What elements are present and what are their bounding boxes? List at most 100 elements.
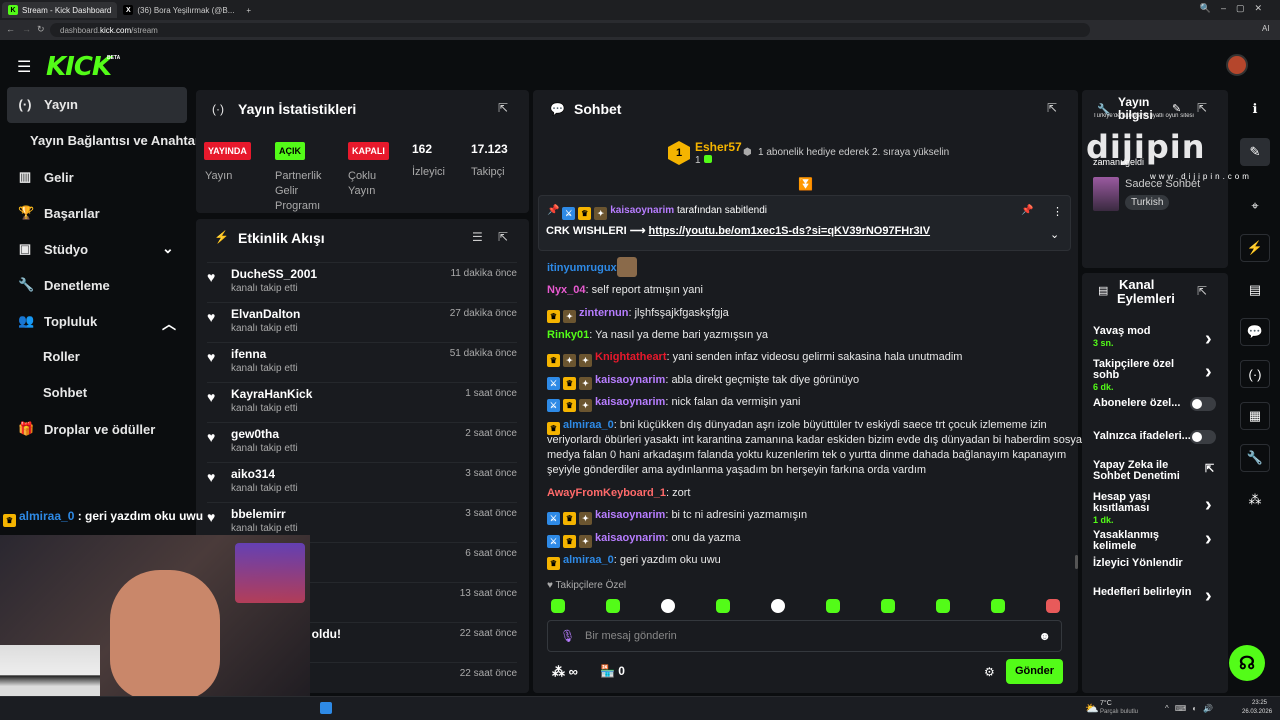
channel-action-item[interactable]: Yalnızca ifadeleri... xyxy=(1093,431,1198,442)
emote-icon[interactable] xyxy=(551,599,565,613)
wrench-icon[interactable]: 🔧 xyxy=(1240,444,1270,472)
pinned-link[interactable]: https://youtu.be/om1xec1S-ds?si=qKV39rNO… xyxy=(649,225,931,237)
activity-item[interactable]: ♥ DucheSS_2001 kanalı takip etti 11 dakika … xyxy=(207,262,517,302)
settings-gear-icon[interactable]: ⚙ xyxy=(984,665,995,679)
emote-icon[interactable] xyxy=(826,599,840,613)
external-link-icon[interactable]: ⇱ xyxy=(1205,462,1214,475)
channel-action-item[interactable]: Abonelere özel... xyxy=(1093,398,1198,409)
chat-username[interactable]: Knightatheart xyxy=(595,351,667,363)
sidebar-item-yayin[interactable]: (·) Yayın xyxy=(18,97,78,112)
camera-icon[interactable]: ⌖ xyxy=(1240,192,1270,220)
chat-message[interactable]: AwayFromKeyboard_1: zort xyxy=(547,487,690,499)
chat-scrollbar[interactable] xyxy=(1075,555,1078,569)
sidebar-item-denetleme[interactable]: 🔧 Denetleme xyxy=(18,277,110,293)
chat-message[interactable]: ♛ almiraa_0: bni küçükken dış dünyadan aş… xyxy=(547,419,1047,435)
emote-icon[interactable] xyxy=(716,599,730,613)
store-display[interactable]: 🏪 0 xyxy=(600,664,625,678)
chevron-right-icon[interactable]: › xyxy=(1205,361,1212,384)
activity-item[interactable]: ♥ ElvanDalton kanalı takip etti 27 dakika ö… xyxy=(207,302,517,342)
chat-username[interactable]: Nyx_04 xyxy=(547,284,586,296)
sidebar-item-sohbet[interactable]: Sohbet xyxy=(43,385,87,400)
chat-username[interactable]: kaisaoynarim xyxy=(595,374,665,386)
send-button[interactable]: Gönder xyxy=(1006,659,1063,684)
chat-message[interactable]: Rinky01: Ya nasıl ya deme bari yazmışsın… xyxy=(547,329,768,341)
emote-icon[interactable] xyxy=(881,599,895,613)
sidebar-item-topluluk[interactable]: 👥 Topluluk xyxy=(18,313,97,329)
channel-action-item[interactable]: Takipçilere özel sohb 6 dk. xyxy=(1093,359,1198,393)
unpin-icon[interactable]: 📌 xyxy=(1021,205,1033,216)
activity-item[interactable]: ♥ KayraHanKick kanalı takip etti 1 saat önc… xyxy=(207,382,517,422)
chat-message[interactable]: şeyiyle gönderdiler ama aydınlanma yaşad… xyxy=(547,464,926,476)
popout-icon[interactable]: ⇱ xyxy=(1197,284,1207,298)
category-thumbnail[interactable] xyxy=(1093,177,1119,211)
chevron-up-icon[interactable]: ︿ xyxy=(162,314,176,334)
chat-message[interactable]: itinyumrugux: xyxy=(547,262,620,274)
broadcast-icon[interactable]: (·) xyxy=(1240,360,1270,388)
chat-input[interactable]: 🎙 Bir mesaj gönderin ☻ xyxy=(547,620,1062,652)
sidebar-item-studyo[interactable]: ▣ Stüdyo xyxy=(18,241,88,257)
chat-message[interactable]: Nyx_04: self report atmışın yani xyxy=(547,284,703,296)
emote-icon[interactable] xyxy=(991,599,1005,613)
reload-icon[interactable]: ↻ xyxy=(37,24,45,35)
emote-icon[interactable] xyxy=(661,599,675,613)
ai-button[interactable]: AI xyxy=(1262,24,1270,33)
chat-username[interactable]: kaisaoynarim xyxy=(595,532,665,544)
emote-icon[interactable] xyxy=(936,599,950,613)
activity-item[interactable]: ♥ gew0tha kanalı takip etti 2 saat önce xyxy=(207,422,517,462)
avatar[interactable] xyxy=(1226,54,1248,76)
channel-action-item[interactable]: Hedefleri belirleyin xyxy=(1093,587,1198,598)
help-support-icon[interactable]: ☊ xyxy=(1229,645,1265,681)
forward-icon[interactable]: → xyxy=(22,24,31,34)
chat-message[interactable]: ⚔ ♛ ✦ kaisaoynarim: nick falan da vermişin … xyxy=(547,396,800,412)
layout-icon[interactable]: ▦ xyxy=(1240,402,1270,430)
url-input[interactable]: dashboard. kick.com/stream xyxy=(50,23,1090,37)
category-name[interactable]: Sadece Sohbet xyxy=(1125,178,1200,190)
channel-action-item[interactable]: Yavaş mod 3 sn. xyxy=(1093,326,1198,349)
popout-icon[interactable]: ⇱ xyxy=(498,230,508,244)
activity-item[interactable]: ♥ aiko314 kanalı takip etti 3 saat önce xyxy=(207,462,517,502)
chat-username[interactable]: kaisaoynarim xyxy=(595,509,665,521)
channel-action-item[interactable]: Yapay Zeka ile Sohbet Denetimi xyxy=(1093,460,1198,482)
filter-icon[interactable]: ☰ xyxy=(472,230,483,244)
kick-logo[interactable]: KICK xyxy=(46,52,112,82)
sidebar-item-gelir[interactable]: ▥ Gelir xyxy=(18,169,74,185)
emote-icon[interactable] xyxy=(606,599,620,613)
chat-message[interactable]: ⚔ ♛ ✦ kaisaoynarim: onu da yazma xyxy=(547,532,741,548)
sidebar-item-basarilar[interactable]: 🏆 Başarılar xyxy=(18,205,100,221)
emote-icon[interactable] xyxy=(1046,599,1060,613)
channel-action-item[interactable]: Yasaklanmış kelimele xyxy=(1093,530,1198,552)
hamburger-menu-icon[interactable]: ☰ xyxy=(17,57,31,77)
popout-icon[interactable]: ⇱ xyxy=(1047,101,1057,115)
points-display[interactable]: ⁂ ∞ xyxy=(552,664,578,680)
chevron-down-icon[interactable]: ⌄ xyxy=(1050,228,1059,241)
microphone-icon[interactable]: 🎙 xyxy=(560,629,575,643)
more-options-icon[interactable]: ⋮ xyxy=(1052,205,1063,218)
chat-username[interactable]: zinternun xyxy=(579,307,629,319)
toggle-switch[interactable] xyxy=(1190,430,1216,444)
chat-message[interactable]: ♛ ✦ ✦ Knightatheart: yani senden infaz vide… xyxy=(547,351,962,367)
gift-leaderboard-text[interactable]: 1 abonelik hediye ederek 2. sıraya yükse… xyxy=(758,147,949,158)
chat-message[interactable]: ♛ almiraa_0: geri yazdım oku uwu xyxy=(547,554,721,570)
chevron-right-icon[interactable]: › xyxy=(1205,528,1212,551)
back-icon[interactable]: ← xyxy=(6,24,15,34)
chat-message[interactable]: medya falan 0 hani arkadaşım falanda yok… xyxy=(547,449,1066,461)
tray-icons[interactable]: ^⌨◐🔊 xyxy=(1165,704,1219,713)
taskbar-app-icon[interactable] xyxy=(320,702,332,714)
sidebar-item-droplar[interactable]: 🎁 Droplar ve ödüller xyxy=(18,421,155,437)
popout-icon[interactable]: ⇱ xyxy=(498,101,508,115)
chevron-right-icon[interactable]: › xyxy=(1205,585,1212,608)
emoji-icon[interactable]: ☻ xyxy=(1038,629,1051,643)
chevron-right-icon[interactable]: › xyxy=(1205,494,1212,517)
chat-bubble-icon[interactable]: 💬 xyxy=(1240,318,1270,346)
browser-tab-x[interactable]: X (36) Bora Yeşilırmak (@B... xyxy=(117,2,240,18)
channel-action-item[interactable]: Hesap yaşı kısıtlaması 1 dk. xyxy=(1093,492,1198,526)
chat-message[interactable]: ⚔ ♛ ✦ kaisaoynarim: abla direkt geçmişte ta… xyxy=(547,374,859,390)
lightning-icon[interactable]: ⚡ xyxy=(1240,234,1270,262)
chat-message[interactable]: ♛ ✦ zinternun: jlşhfsşajkfgaskşfgja xyxy=(547,307,729,323)
sidebar-item-roller[interactable]: Roller xyxy=(43,349,80,364)
info-icon[interactable]: ℹ xyxy=(1240,95,1270,123)
chat-message[interactable]: ⚔ ♛ ✦ kaisaoynarim: bi tc ni adresini yazma… xyxy=(547,509,807,525)
channel-action-item[interactable]: İzleyici Yönlendir xyxy=(1093,558,1198,569)
chevron-right-icon[interactable]: › xyxy=(1205,328,1212,351)
new-tab-icon[interactable]: + xyxy=(240,2,257,18)
